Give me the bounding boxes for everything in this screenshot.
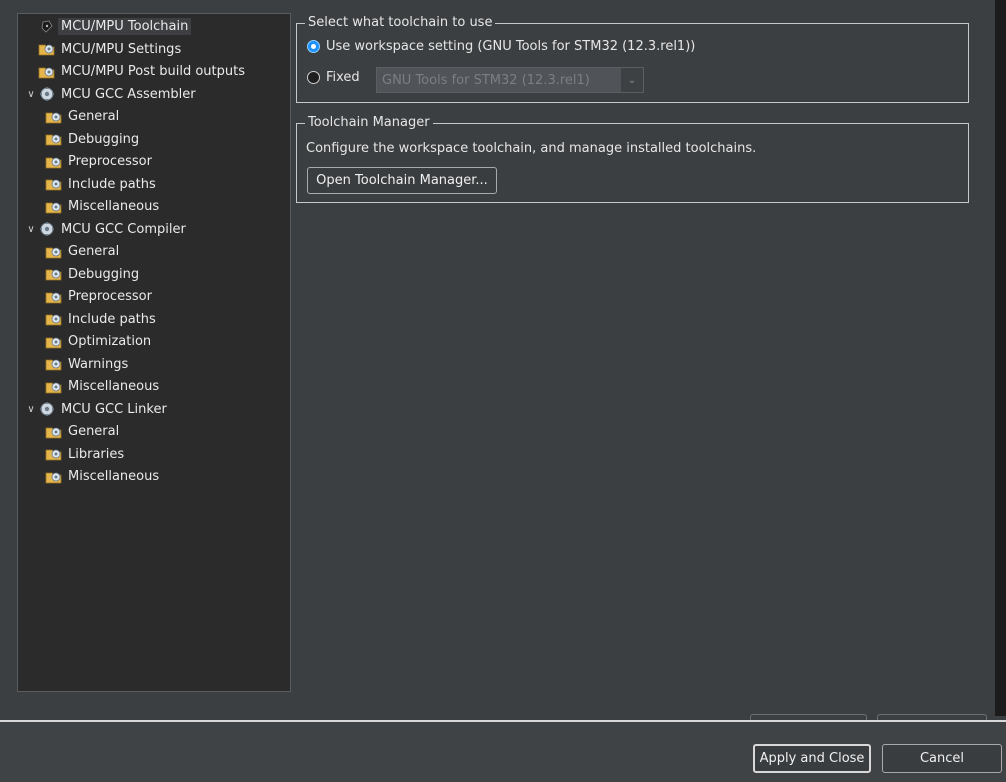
- radio-unselected-icon[interactable]: [307, 71, 320, 84]
- tree-item[interactable]: Preprocessor: [45, 151, 152, 172]
- tree-item-label: Include paths: [68, 311, 156, 327]
- tree-item-label: MCU/MPU Settings: [61, 41, 182, 57]
- fixed-toolchain-combo[interactable]: GNU Tools for STM32 (12.3.rel1) ⌄: [376, 67, 644, 93]
- chevron-down-icon[interactable]: ⌄: [621, 68, 643, 92]
- folder-gear-icon: [45, 311, 63, 327]
- tree-item[interactable]: General: [45, 241, 119, 262]
- toolchain-manager-legend: Toolchain Manager: [305, 115, 433, 130]
- top-strip: [0, 0, 1006, 8]
- tree-item-label: General: [68, 424, 120, 439]
- tree-item-label: Miscellaneous: [68, 199, 160, 214]
- tree-item-label: General: [68, 244, 120, 259]
- folder-gear-icon: [45, 446, 63, 462]
- chevron-down-icon[interactable]: ∨: [24, 224, 38, 235]
- tree-item-label: MCU GCC Compiler: [61, 221, 186, 237]
- tree-item[interactable]: General: [45, 421, 119, 442]
- tree-item-label: Optimization: [68, 334, 152, 349]
- folder-gear-icon: [45, 199, 63, 215]
- tree-item[interactable]: Optimization: [45, 331, 151, 352]
- scrollbar-track: [989, 0, 995, 716]
- folder-gear-icon: [45, 109, 63, 125]
- tree-item[interactable]: General: [45, 106, 119, 127]
- tree-item[interactable]: Debugging: [45, 264, 139, 285]
- folder-gear-icon: [45, 356, 63, 372]
- tree-item-label: Preprocessor: [68, 289, 152, 304]
- fixed-toolchain-combo-value: GNU Tools for STM32 (12.3.rel1): [382, 72, 590, 88]
- tree-item-label: Warnings: [68, 356, 129, 372]
- tree-item-label: MCU GCC Linker: [61, 401, 167, 417]
- apply-and-close-button[interactable]: Apply and Close: [753, 744, 871, 773]
- tree-item[interactable]: Preprocessor: [45, 286, 152, 307]
- tree-item[interactable]: ∨ MCU GCC Linker: [24, 399, 167, 420]
- tree-item[interactable]: Include paths: [45, 174, 156, 195]
- tree-item-label: Miscellaneous: [68, 469, 160, 484]
- radio-fixed-label: Fixed: [326, 70, 360, 85]
- tree-item-label: MCU/MPU Post build outputs: [61, 64, 245, 79]
- tree-item-label: Preprocessor: [68, 154, 152, 169]
- tree-item-label: MCU GCC Assembler: [61, 86, 196, 102]
- toolchain-manager-description: Configure the workspace toolchain, and m…: [306, 141, 757, 156]
- tree-item[interactable]: Debugging: [45, 129, 139, 150]
- folder-gear-icon: [45, 424, 63, 440]
- right-scrollbar[interactable]: [989, 0, 1006, 716]
- chevron-down-icon[interactable]: ∨: [24, 89, 38, 100]
- open-toolchain-manager-button[interactable]: Open Toolchain Manager...: [307, 167, 497, 194]
- tree-item[interactable]: Libraries: [45, 444, 124, 465]
- tree-item[interactable]: MCU/MPU Settings: [24, 39, 181, 60]
- chip-icon: [38, 19, 56, 35]
- tree-item[interactable]: Miscellaneous: [45, 466, 159, 487]
- toolchain-selection-legend: Select what toolchain to use: [305, 15, 496, 30]
- tree-item[interactable]: MCU/MPU Post build outputs: [24, 61, 245, 82]
- folder-gear-icon: [45, 266, 63, 282]
- radio-fixed[interactable]: Fixed: [307, 70, 360, 85]
- tree-item[interactable]: MCU/MPU Toolchain: [24, 16, 192, 37]
- folder-gear-icon: [45, 176, 63, 192]
- cancel-button[interactable]: Cancel: [882, 744, 1002, 773]
- settings-tree[interactable]: MCU/MPU Toolchain MCU/MPU Settings MCU/MPU…: [17, 13, 291, 692]
- tree-item-label: Libraries: [68, 446, 125, 462]
- tree-item-label: Include paths: [68, 176, 156, 192]
- folder-gear-icon: [45, 379, 63, 395]
- radio-selected-icon[interactable]: [307, 40, 320, 53]
- folder-gear-icon: [45, 469, 63, 485]
- tree-item-label: Debugging: [68, 131, 140, 147]
- tree-item[interactable]: ∨ MCU GCC Assembler: [24, 84, 196, 105]
- tree-item-label: General: [68, 109, 120, 124]
- tree-item[interactable]: ∨ MCU GCC Compiler: [24, 219, 186, 240]
- folder-gear-icon: [45, 289, 63, 305]
- folder-gear-icon: [38, 64, 56, 80]
- tree-item-label: Miscellaneous: [68, 379, 160, 394]
- tree-item[interactable]: Miscellaneous: [45, 196, 159, 217]
- folder-gear-icon: [45, 334, 63, 350]
- tree-item[interactable]: Miscellaneous: [45, 376, 159, 397]
- folder-gear-icon: [38, 41, 56, 57]
- tree-item[interactable]: Include paths: [45, 309, 156, 330]
- gear-icon: [38, 221, 56, 237]
- folder-gear-icon: [45, 244, 63, 260]
- radio-use-workspace[interactable]: Use workspace setting (GNU Tools for STM…: [307, 39, 695, 54]
- tree-item[interactable]: Warnings: [45, 354, 128, 375]
- gear-icon: [38, 401, 56, 417]
- tree-item-label: Debugging: [68, 266, 140, 282]
- chevron-down-icon[interactable]: ∨: [24, 404, 38, 415]
- gear-icon: [38, 86, 56, 102]
- radio-use-workspace-label: Use workspace setting (GNU Tools for STM…: [326, 39, 696, 54]
- folder-gear-icon: [45, 154, 63, 170]
- folder-gear-icon: [45, 131, 63, 147]
- tree-item-label: MCU/MPU Toolchain: [58, 18, 192, 35]
